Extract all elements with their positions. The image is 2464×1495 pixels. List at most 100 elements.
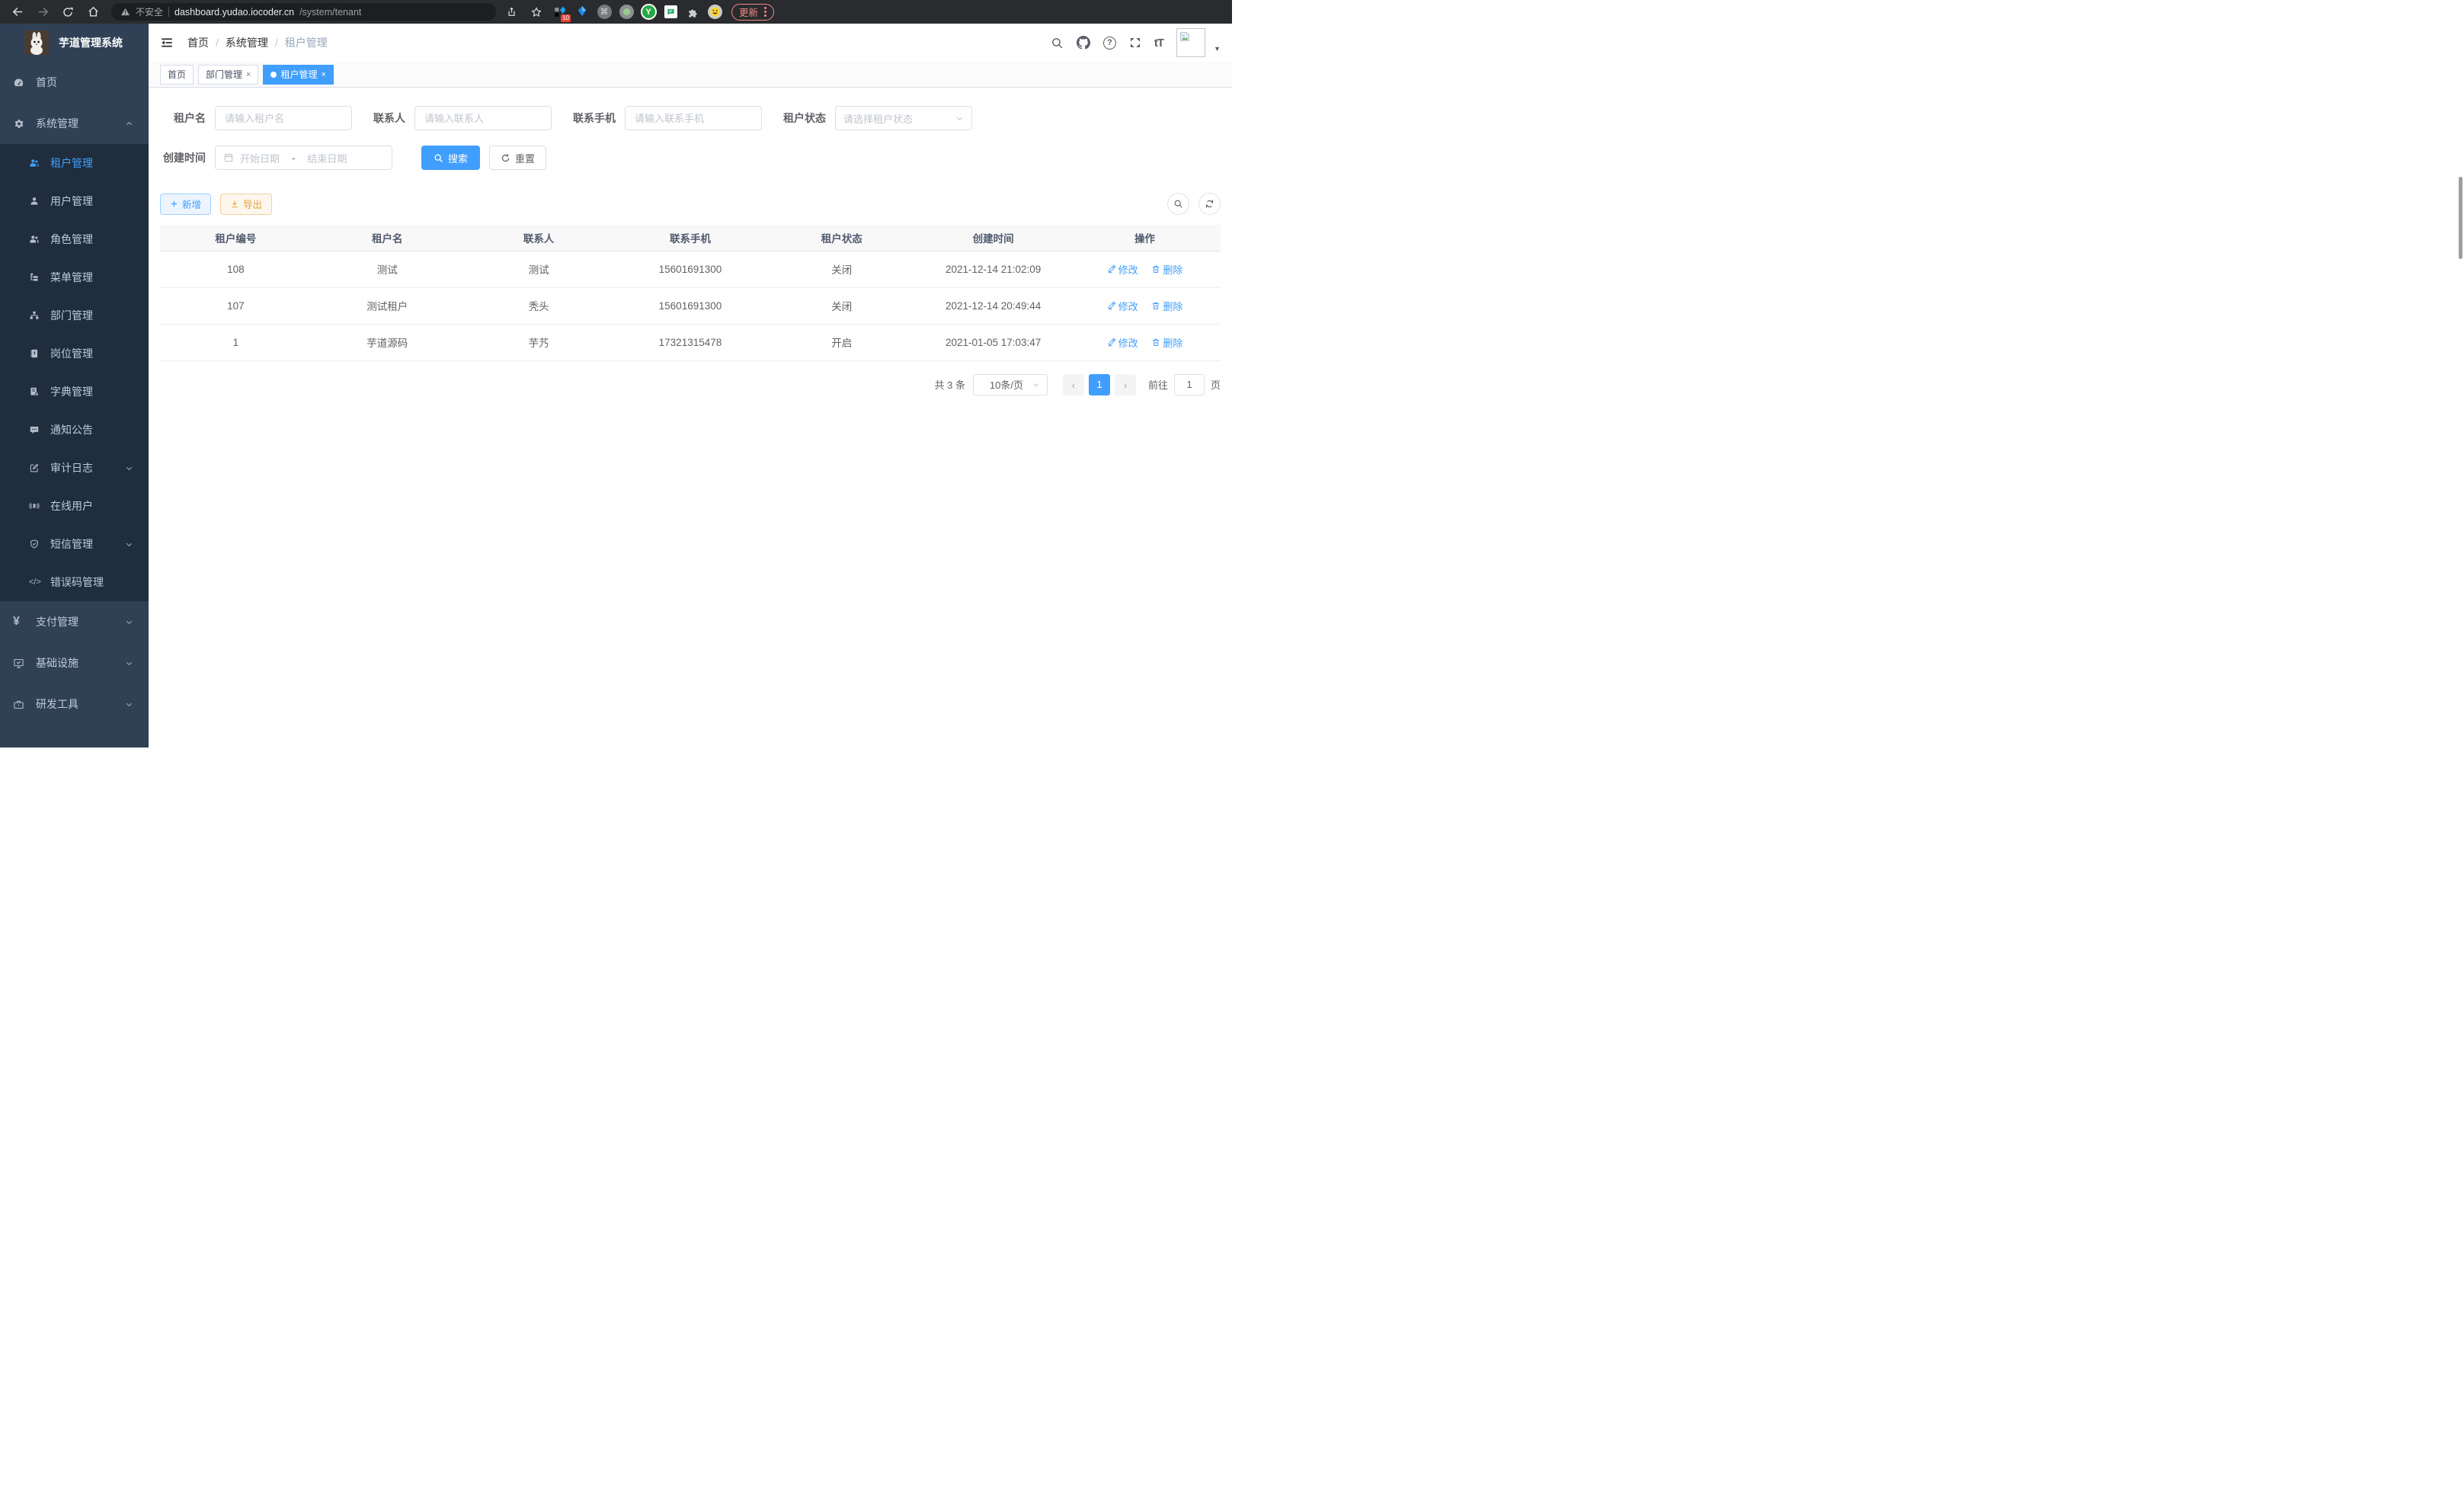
sidebar-item-dict[interactable]: 字典管理 (0, 373, 149, 411)
edit-link[interactable]: 修改 (1107, 335, 1138, 350)
sidebar-item-post[interactable]: 岗位管理 (0, 335, 149, 373)
page-size-select[interactable]: 10条/页 (973, 374, 1048, 395)
scrollbar-thumb[interactable] (2459, 177, 2462, 259)
extension-y-icon[interactable]: Y (640, 4, 657, 21)
fullscreen-icon[interactable] (1129, 37, 1141, 49)
browser-update-button[interactable]: 更新 (731, 4, 774, 21)
pagination: 共 3 条 10条/页 ‹ 1 › 前往 页 (160, 374, 1221, 395)
home-icon[interactable] (83, 2, 103, 22)
date-range-picker[interactable]: 开始日期 - 结束日期 (215, 146, 392, 170)
sidebar-item-infra[interactable]: 基础设施 (0, 642, 149, 683)
sidebar-item-menu[interactable]: 菜单管理 (0, 258, 149, 296)
status-select[interactable]: 请选择租户状态 (835, 106, 972, 130)
end-date-placeholder: 结束日期 (307, 151, 347, 165)
sidebar-item-label: 首页 (36, 75, 57, 90)
sidebar-item-label: 研发工具 (36, 696, 78, 712)
toggle-search-button[interactable] (1167, 193, 1189, 215)
warning-icon[interactable] (120, 7, 130, 17)
logo-rabbit-image (24, 30, 49, 55)
url-path: /system/tenant (299, 7, 361, 18)
delete-link[interactable]: 删除 (1151, 299, 1182, 313)
col-tenant-name: 租户名 (312, 225, 463, 251)
extension-command-icon[interactable]: ⌘ (596, 4, 613, 21)
bookmark-star-icon[interactable] (526, 2, 546, 22)
mobile-input[interactable] (625, 106, 762, 130)
edit-label: 修改 (1118, 335, 1138, 350)
sidebar-item-user[interactable]: 用户管理 (0, 182, 149, 220)
breadcrumb-home[interactable]: 首页 (187, 35, 209, 50)
sidebar-item-label: 支付管理 (36, 614, 78, 629)
sidebar-item-tenant[interactable]: 租户管理 (0, 144, 149, 182)
col-created: 创建时间 (917, 225, 1069, 251)
reload-icon[interactable] (58, 2, 78, 22)
sidebar-item-audit-log[interactable]: 审计日志 (0, 449, 149, 487)
page-content: 租户名 联系人 联系手机 租户状态 请选择租户状态 (149, 88, 1232, 403)
header-search-icon[interactable] (1051, 37, 1064, 50)
close-icon[interactable]: × (321, 70, 325, 79)
refresh-table-button[interactable] (1198, 193, 1221, 215)
search-icon (434, 153, 443, 163)
reset-button[interactable]: 重置 (489, 146, 546, 170)
sidebar-item-label: 通知公告 (50, 422, 93, 437)
table-header-row: 租户编号 租户名 联系人 联系手机 租户状态 创建时间 操作 (160, 225, 1221, 251)
sidebar-item-label: 菜单管理 (50, 270, 93, 285)
tab-home[interactable]: 首页 (160, 65, 194, 85)
goto-page-input[interactable] (1174, 374, 1205, 395)
tenant-name-input[interactable] (215, 106, 352, 130)
sidebar-item-label: 错误码管理 (50, 575, 104, 590)
edit-link[interactable]: 修改 (1107, 262, 1138, 277)
forward-icon[interactable] (33, 2, 53, 22)
delete-link[interactable]: 删除 (1151, 335, 1182, 350)
back-icon[interactable] (8, 2, 27, 22)
caret-down-icon[interactable]: ▼ (1214, 45, 1221, 53)
users-icon (29, 234, 40, 245)
page-1-button[interactable]: 1 (1089, 374, 1110, 395)
extension-emoji-icon[interactable] (706, 4, 723, 21)
export-label: 导出 (243, 197, 262, 211)
sidebar-logo[interactable]: 芋道管理系统 (0, 24, 149, 62)
sidebar-item-online-user[interactable]: 在线用户 (0, 487, 149, 525)
prev-page-button[interactable]: ‹ (1063, 374, 1084, 395)
contact-input[interactable] (414, 106, 552, 130)
sidebar-item-role[interactable]: 角色管理 (0, 220, 149, 258)
sidebar-item-payment[interactable]: ¥ 支付管理 (0, 601, 149, 642)
add-button[interactable]: 新增 (160, 194, 211, 215)
tab-dept[interactable]: 部门管理 × (198, 65, 258, 85)
edit-link[interactable]: 修改 (1107, 299, 1138, 313)
breadcrumb-system[interactable]: 系统管理 (226, 35, 268, 50)
sidebar-item-label: 角色管理 (50, 232, 93, 247)
sidebar-item-system[interactable]: 系统管理 (0, 103, 149, 144)
edit-label: 修改 (1118, 299, 1138, 313)
extension-tasks-icon[interactable]: 10 (552, 4, 568, 21)
sidebar-item-notice[interactable]: 通知公告 (0, 411, 149, 449)
extension-chat-icon[interactable] (662, 4, 679, 21)
table-row: 1 芋道源码 芋艿 17321315478 开启 2021-01-05 17:0… (160, 324, 1221, 360)
delete-label: 删除 (1163, 335, 1182, 350)
refresh-icon (1205, 199, 1214, 209)
close-icon[interactable]: × (246, 70, 251, 79)
avatar[interactable] (1176, 28, 1205, 57)
export-button[interactable]: 导出 (220, 194, 272, 215)
question-glyph: ? (1107, 38, 1112, 47)
extension-puzzle-icon[interactable] (684, 4, 701, 21)
sidebar-item-home[interactable]: 首页 (0, 62, 149, 103)
search-button[interactable]: 搜索 (421, 146, 480, 170)
share-icon[interactable] (501, 2, 521, 22)
github-icon[interactable] (1077, 36, 1090, 50)
sidebar-item-errcode[interactable]: </> 错误码管理 (0, 563, 149, 601)
font-size-icon[interactable]: tT (1154, 37, 1163, 50)
address-bar[interactable]: 不安全 dashboard.yudao.iocoder.cn/system/te… (111, 3, 496, 21)
chevron-down-icon (125, 659, 133, 667)
briefcase-icon (13, 699, 24, 710)
delete-link[interactable]: 删除 (1151, 262, 1182, 277)
sidebar-item-sms[interactable]: 短信管理 (0, 525, 149, 563)
tab-tenant[interactable]: 租户管理× (263, 65, 333, 85)
sidebar-item-devtools[interactable]: 研发工具 (0, 683, 149, 725)
tab-label: 部门管理 (206, 68, 242, 81)
next-page-button[interactable]: › (1115, 374, 1136, 395)
sidebar-fold-icon[interactable] (160, 36, 174, 50)
extension-kite-icon[interactable] (574, 4, 590, 21)
sidebar-item-dept[interactable]: 部门管理 (0, 296, 149, 335)
help-icon[interactable]: ? (1103, 37, 1116, 50)
extension-dot-icon[interactable] (618, 4, 635, 21)
